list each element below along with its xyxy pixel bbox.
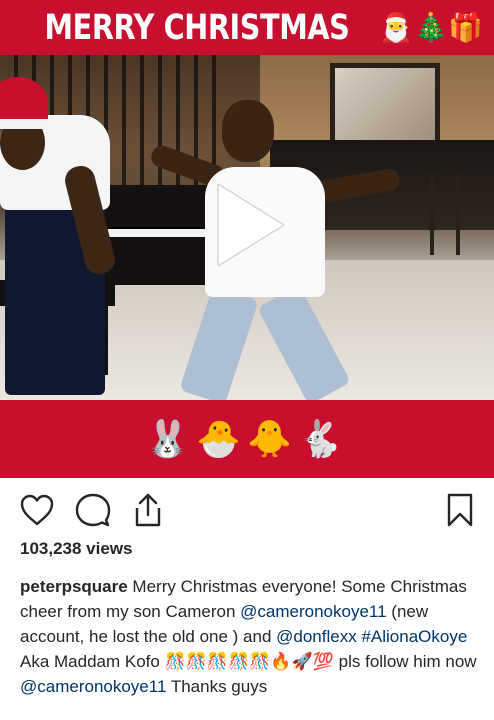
banner-title: MERRY CHRISTMAS (44, 7, 350, 48)
caption-emoji-run: 🎊🎊🎊🎊🎊🔥🚀💯 (164, 652, 334, 671)
hashtag-link[interactable]: #AlionaOkoye (361, 627, 467, 646)
bunny-chick-emoji-icons: 🐰🐣🐥🐇 (145, 419, 349, 460)
play-icon[interactable] (212, 180, 288, 270)
bar-stool (430, 175, 460, 255)
mention-link[interactable]: @cameronokoye11 (20, 677, 166, 696)
mention-link[interactable]: @donflexx (276, 627, 357, 646)
post-caption: peterpsquare Merry Christmas everyone! S… (20, 574, 480, 699)
mention-link[interactable]: @cameronokoye11 (240, 602, 386, 621)
caption-text: Thanks guys (166, 677, 268, 696)
background-mirror (330, 63, 440, 145)
bookmark-icon[interactable] (440, 490, 480, 530)
share-icon[interactable] (128, 490, 168, 530)
christmas-emoji-icons: 🎅🎄🎁 (378, 11, 484, 44)
caption-text: Aka Maddam Kofo (20, 652, 165, 671)
post-actions-bar (0, 490, 494, 532)
comment-icon[interactable] (73, 490, 113, 530)
top-banner: MERRY CHRISTMAS 🎅🎄🎁 (0, 0, 494, 55)
caption-username[interactable]: peterpsquare (20, 577, 128, 596)
heart-icon[interactable] (17, 490, 57, 530)
caption-text: pls follow him now (333, 652, 477, 671)
view-count: 103,238 views (20, 539, 133, 558)
bottom-banner: 🐰🐣🐥🐇 (0, 400, 494, 478)
video-frame[interactable] (0, 55, 494, 400)
boy-figure-head (222, 100, 274, 162)
post-media[interactable]: MERRY CHRISTMAS 🎅🎄🎁 🐰🐣🐥🐇 (0, 0, 494, 478)
